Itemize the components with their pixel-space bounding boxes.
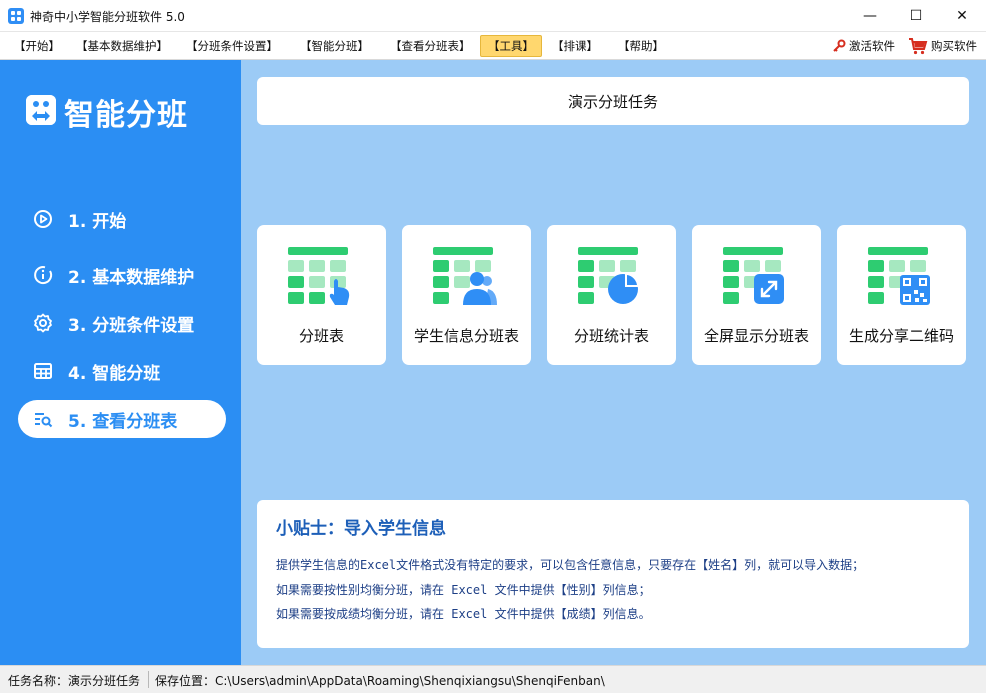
sidebar-item-smart-division[interactable]: 4. 智能分班 (18, 352, 226, 390)
status-bar: 任务名称：演示分班任务 保存位置：C:\Users\admin\AppData\… (0, 665, 986, 693)
key-icon (833, 39, 846, 52)
brand-title: 智能分班 (64, 98, 188, 133)
sidebar-item-start[interactable]: 1. 开始 (18, 200, 226, 238)
menu-scheduling[interactable]: 【排课】 (548, 35, 602, 57)
title-bar: 神奇中小学智能分班软件 5.0 — ☐ ✕ (0, 0, 986, 32)
info-circle-icon (32, 264, 54, 286)
table-hand-icon (288, 247, 350, 305)
sidebar-item-class-conditions[interactable]: 3. 分班条件设置 (18, 304, 226, 342)
card-student-info-table[interactable]: 学生信息分班表 (402, 225, 531, 365)
tip-title: 小贴士：导入学生信息 (276, 519, 446, 539)
tip-box: 小贴士：导入学生信息 提供学生信息的Excel文件格式没有特定的要求，可以包含任… (257, 500, 969, 648)
menu-tools[interactable]: 【工具】 (480, 35, 542, 57)
menu-smart-division[interactable]: 【智能分班】 (296, 35, 373, 57)
sidebar-item-label: 3. 分班条件设置 (68, 315, 195, 336)
card-label: 全屏显示分班表 (703, 327, 809, 345)
minimize-button[interactable]: — (847, 0, 893, 32)
sidebar-item-basic-data[interactable]: 2. 基本数据维护 (18, 256, 226, 294)
sidebar-item-view-class-table[interactable]: 5. 查看分班表 (18, 400, 226, 438)
card-label: 学生信息分班表 (413, 327, 519, 345)
table-pie-icon (578, 247, 639, 304)
buy-software-label: 购买软件 (931, 39, 977, 53)
maximize-button[interactable]: ☐ (893, 0, 939, 32)
sidebar-item-label: 4. 智能分班 (68, 363, 161, 384)
status-task-name: 任务名称：演示分班任务 (8, 674, 141, 688)
menu-start[interactable]: 【开始】 (10, 35, 64, 57)
menu-class-conditions[interactable]: 【分班条件设置】 (182, 35, 282, 57)
main-panel: 演示分班任务 分班表 学生信息分班表 分班统计表 全屏显示分班表 生成分享二维码… (241, 60, 986, 665)
shopping-cart-icon (909, 38, 928, 55)
card-label: 分班表 (298, 327, 344, 345)
tip-line: 提供学生信息的Excel文件格式没有特定的要求，可以包含任意信息，只要存在【姓名… (276, 558, 865, 572)
menu-basic-data[interactable]: 【基本数据维护】 (72, 35, 172, 57)
tip-line: 如果需要按性别均衡分班，请在 Excel 文件中提供【性别】列信息； (276, 583, 651, 597)
grid-table-icon (32, 360, 54, 382)
sidebar-item-label: 5. 查看分班表 (68, 411, 178, 432)
task-title-box: 演示分班任务 (257, 77, 969, 125)
sidebar: 智能分班 1. 开始 2. 基本数据维护 3. 分班条件设置 4. 智能分班 5… (0, 60, 241, 665)
app-logo-icon (8, 8, 24, 24)
table-users-icon (433, 247, 497, 305)
card-class-table[interactable]: 分班表 (257, 225, 386, 365)
play-circle-icon (32, 208, 54, 230)
buy-software-button[interactable]: 购买软件 (908, 35, 977, 57)
status-separator (148, 671, 149, 688)
table-fullscreen-icon (723, 247, 784, 304)
card-label: 生成分享二维码 (848, 327, 954, 345)
gear-icon (32, 312, 54, 334)
activate-software-button[interactable]: 激活软件 (832, 35, 895, 57)
task-title: 演示分班任务 (567, 92, 658, 111)
sidebar-item-label: 2. 基本数据维护 (68, 267, 195, 288)
status-save-path: 保存位置：C:\Users\admin\AppData\Roaming\Shen… (155, 674, 605, 688)
table-qrcode-icon (868, 247, 930, 305)
brand-logo-icon (26, 95, 56, 125)
window-title: 神奇中小学智能分班软件 5.0 (30, 10, 185, 24)
sidebar-item-label: 1. 开始 (68, 211, 127, 232)
close-button[interactable]: ✕ (939, 0, 985, 32)
search-list-icon (32, 408, 54, 430)
card-fullscreen-table[interactable]: 全屏显示分班表 (692, 225, 821, 365)
card-label: 分班统计表 (573, 327, 649, 345)
card-class-statistics[interactable]: 分班统计表 (547, 225, 676, 365)
card-share-qrcode[interactable]: 生成分享二维码 (837, 225, 966, 365)
menu-view-class-table[interactable]: 【查看分班表】 (386, 35, 475, 57)
activate-software-label: 激活软件 (849, 39, 895, 53)
menu-help[interactable]: 【帮助】 (614, 35, 668, 57)
menu-bar: 【开始】 【基本数据维护】 【分班条件设置】 【智能分班】 【查看分班表】 【工… (0, 32, 986, 60)
tip-line: 如果需要按成绩均衡分班，请在 Excel 文件中提供【成绩】列信息。 (276, 607, 651, 621)
